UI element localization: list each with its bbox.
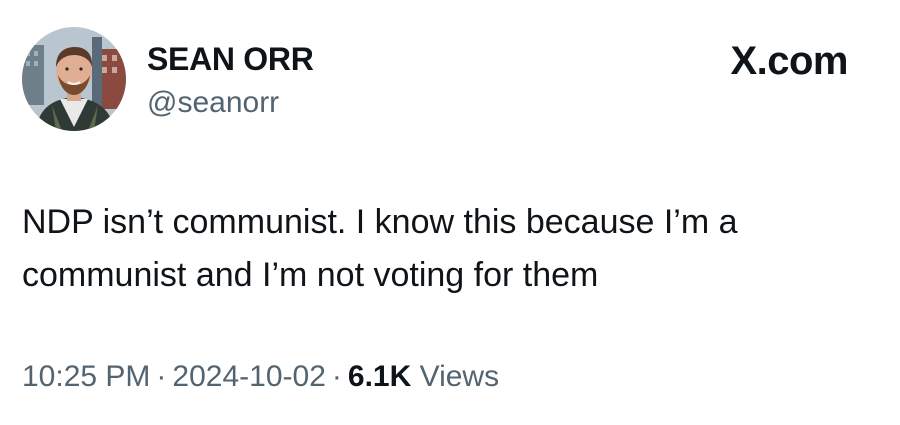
views-count: 6.1K <box>347 360 412 393</box>
author-display-name[interactable]: SEAN ORR <box>147 41 314 77</box>
tweet-text: NDP isn’t communist. I know this because… <box>22 196 882 302</box>
brand-wordmark: X.com <box>730 39 848 83</box>
tweet-time[interactable]: 10:25 PM <box>22 360 150 393</box>
tweet-date[interactable]: 2024-10-02 <box>172 360 325 393</box>
views-label: Views <box>419 360 500 393</box>
tweet-card: SEAN ORR @seanorr X.com NDP isn’t commun… <box>0 0 900 425</box>
tweet-text-line: NDP isn’t communist. I know this because… <box>22 203 738 241</box>
avatar-photo <box>22 27 126 131</box>
tweet-meta: 10:25 PM · 2024-10-02 · 6.1K Views <box>22 359 499 395</box>
meta-separator: · <box>331 360 342 393</box>
author-handle[interactable]: @seanorr <box>147 86 279 120</box>
tweet-text-line: communist and I’m not voting for them <box>22 256 599 294</box>
avatar[interactable] <box>22 27 126 131</box>
meta-separator: · <box>156 360 167 393</box>
